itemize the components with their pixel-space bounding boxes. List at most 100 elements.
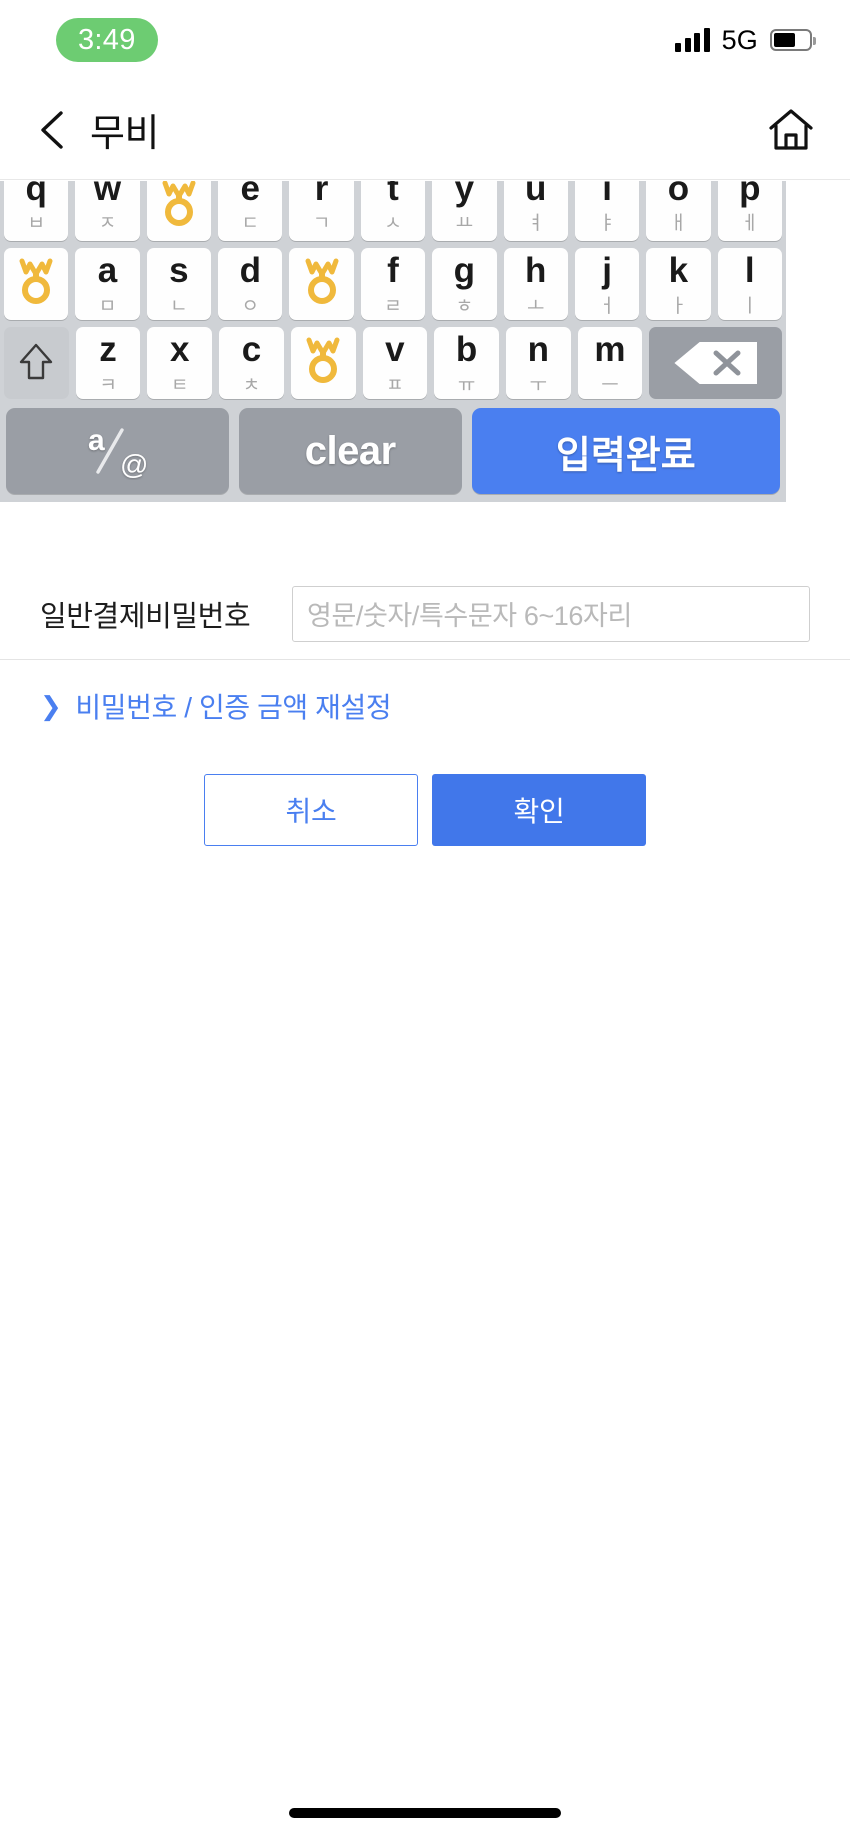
key-sub-label: ㅅ (384, 213, 402, 234)
status-time: 3:49 (56, 17, 158, 63)
key-k[interactable]: kㅏ (646, 248, 711, 320)
key-sub-label: ㅐ (669, 213, 688, 234)
key-masked[interactable] (290, 327, 356, 399)
backspace-icon[interactable] (649, 327, 782, 399)
key-w[interactable]: wㅈ (75, 181, 140, 241)
key-main-label: b (455, 329, 478, 369)
svg-text:a: a (88, 424, 105, 457)
home-indicator (289, 1808, 561, 1818)
done-key[interactable]: 입력완료 (471, 408, 780, 494)
key-sub-label: ㄴ (170, 295, 188, 317)
key-masked[interactable] (146, 181, 212, 241)
key-r[interactable]: rㄱ (289, 181, 354, 241)
key-main-label: l (744, 250, 755, 290)
key-main-label: u (525, 181, 547, 208)
key-p[interactable]: pㅔ (717, 181, 782, 241)
key-b[interactable]: bㅠ (434, 327, 499, 399)
key-c[interactable]: cㅊ (219, 327, 284, 399)
action-buttons: 취소 확인 (0, 774, 850, 846)
masked-key-glyph (303, 337, 343, 390)
key-main-label: y (454, 181, 475, 208)
key-masked[interactable] (4, 248, 69, 320)
key-m[interactable]: mㅡ (577, 327, 643, 399)
key-main-label: s (169, 250, 189, 290)
alpha-symbol-toggle-icon[interactable]: a @ (6, 408, 229, 494)
keyboard-row-1: qㅂwㅈeㄷrㄱtㅅyㅛuㅕiㅑoㅐpㅔ (0, 181, 786, 241)
status-bar: 3:49 5G (0, 0, 850, 80)
reset-password-link-label: 비밀번호 / 인증 금액 재설정 (75, 692, 392, 723)
chevron-right-icon: ❯ (40, 691, 62, 721)
app-screen: 3:49 5G 무비 qㅂwㅈeㄷrㄱtㅅyㅛuㅕiㅑoㅐpㅔ a ㅁ s ㄴ … (0, 0, 850, 1840)
key-v[interactable]: vㅍ (362, 327, 428, 399)
key-i[interactable]: iㅑ (574, 181, 640, 241)
keyboard-function-row: a @ clear 입력완료 (0, 408, 786, 494)
key-sub-label: ㅂ (27, 213, 45, 234)
key-f[interactable]: fㄹ (360, 248, 426, 320)
key-main-label: q (25, 181, 47, 208)
confirm-button[interactable]: 확인 (432, 774, 646, 846)
status-indicators: 5G (675, 25, 816, 56)
password-form: 일반결제비밀번호 영문/숫자/특수문자 6~16자리 ❯ 비밀번호 / 인증 금… (0, 568, 850, 846)
key-main-label: m (594, 329, 626, 369)
key-o[interactable]: oㅐ (646, 181, 711, 241)
masked-key-glyph (302, 258, 342, 311)
key-q[interactable]: qㅂ (4, 181, 69, 241)
key-n[interactable]: nㅜ (505, 327, 571, 399)
key-sub-label: ㅏ (669, 295, 688, 317)
key-sub-label: ㅜ (529, 374, 548, 396)
masked-key-glyph (16, 258, 56, 311)
key-main-label: e (240, 181, 260, 208)
key-e[interactable]: eㄷ (218, 181, 283, 241)
key-sub-label: ㅊ (242, 374, 261, 396)
key-sub-label: ㅛ (455, 213, 474, 234)
key-masked[interactable] (289, 248, 354, 320)
key-main-label: r (314, 181, 329, 208)
key-main-label: n (527, 329, 549, 369)
chevron-left-icon[interactable] (30, 108, 74, 152)
key-y[interactable]: yㅛ (432, 181, 497, 241)
cancel-button[interactable]: 취소 (204, 774, 418, 846)
keyboard-row-3: zㅋxㅌcㅊvㅍbㅠnㅜmㅡ (0, 327, 786, 399)
key-main-label: x (170, 329, 190, 369)
key-d[interactable]: dㅇ (218, 248, 283, 320)
key-main-label: j (602, 250, 612, 290)
key-sub-label: ㅁ (98, 295, 117, 317)
page-header: 무비 (0, 80, 850, 180)
key-main-label: i (602, 181, 612, 208)
key-l[interactable]: lㅣ (717, 248, 782, 320)
key-main-label: o (667, 181, 690, 208)
key-sub-label: ㅈ (98, 213, 117, 234)
key-s[interactable]: sㄴ (146, 248, 212, 320)
battery-icon (770, 29, 816, 51)
key-main-label: v (385, 329, 405, 369)
signal-bars-icon (675, 28, 710, 52)
key-h[interactable]: hㅗ (503, 248, 568, 320)
key-j[interactable]: jㅓ (574, 248, 640, 320)
clear-key[interactable]: clear (238, 408, 462, 494)
key-main-label: d (239, 250, 261, 290)
key-sub-label: ㅋ (99, 374, 117, 396)
shift-arrow-icon[interactable] (4, 327, 69, 399)
key-t[interactable]: tㅅ (360, 181, 426, 241)
key-z[interactable]: zㅋ (75, 327, 141, 399)
reset-password-link[interactable]: ❯ 비밀번호 / 인증 금액 재설정 (0, 660, 850, 726)
key-main-label: f (387, 250, 399, 290)
key-sub-label: ㅎ (455, 295, 474, 317)
password-label: 일반결제비밀번호 (40, 600, 251, 633)
key-u[interactable]: uㅕ (503, 181, 568, 241)
key-main-label: k (668, 250, 689, 290)
key-sub-label: ㅌ (171, 374, 189, 396)
key-main-label: w (93, 181, 122, 208)
key-sub-label: ㅔ (741, 213, 759, 234)
key-sub-label: ㅡ (601, 374, 619, 396)
key-sub-label: ㅕ (526, 213, 545, 234)
key-a[interactable]: aㅁ (75, 248, 140, 320)
key-g[interactable]: gㅎ (432, 248, 497, 320)
secure-keyboard[interactable]: qㅂwㅈeㄷrㄱtㅅyㅛuㅕiㅑoㅐpㅔ aㅁsㄴdㅇfㄹgㅎhㅗjㅓkㅏlㅣ … (0, 181, 786, 502)
key-sub-label: ㅑ (598, 213, 616, 234)
key-x[interactable]: xㅌ (147, 327, 213, 399)
key-sub-label: ㄱ (312, 213, 331, 234)
home-icon[interactable] (766, 105, 816, 155)
key-sub-label: ㄷ (241, 213, 259, 234)
password-input[interactable]: 영문/숫자/특수문자 6~16자리 (292, 585, 810, 642)
